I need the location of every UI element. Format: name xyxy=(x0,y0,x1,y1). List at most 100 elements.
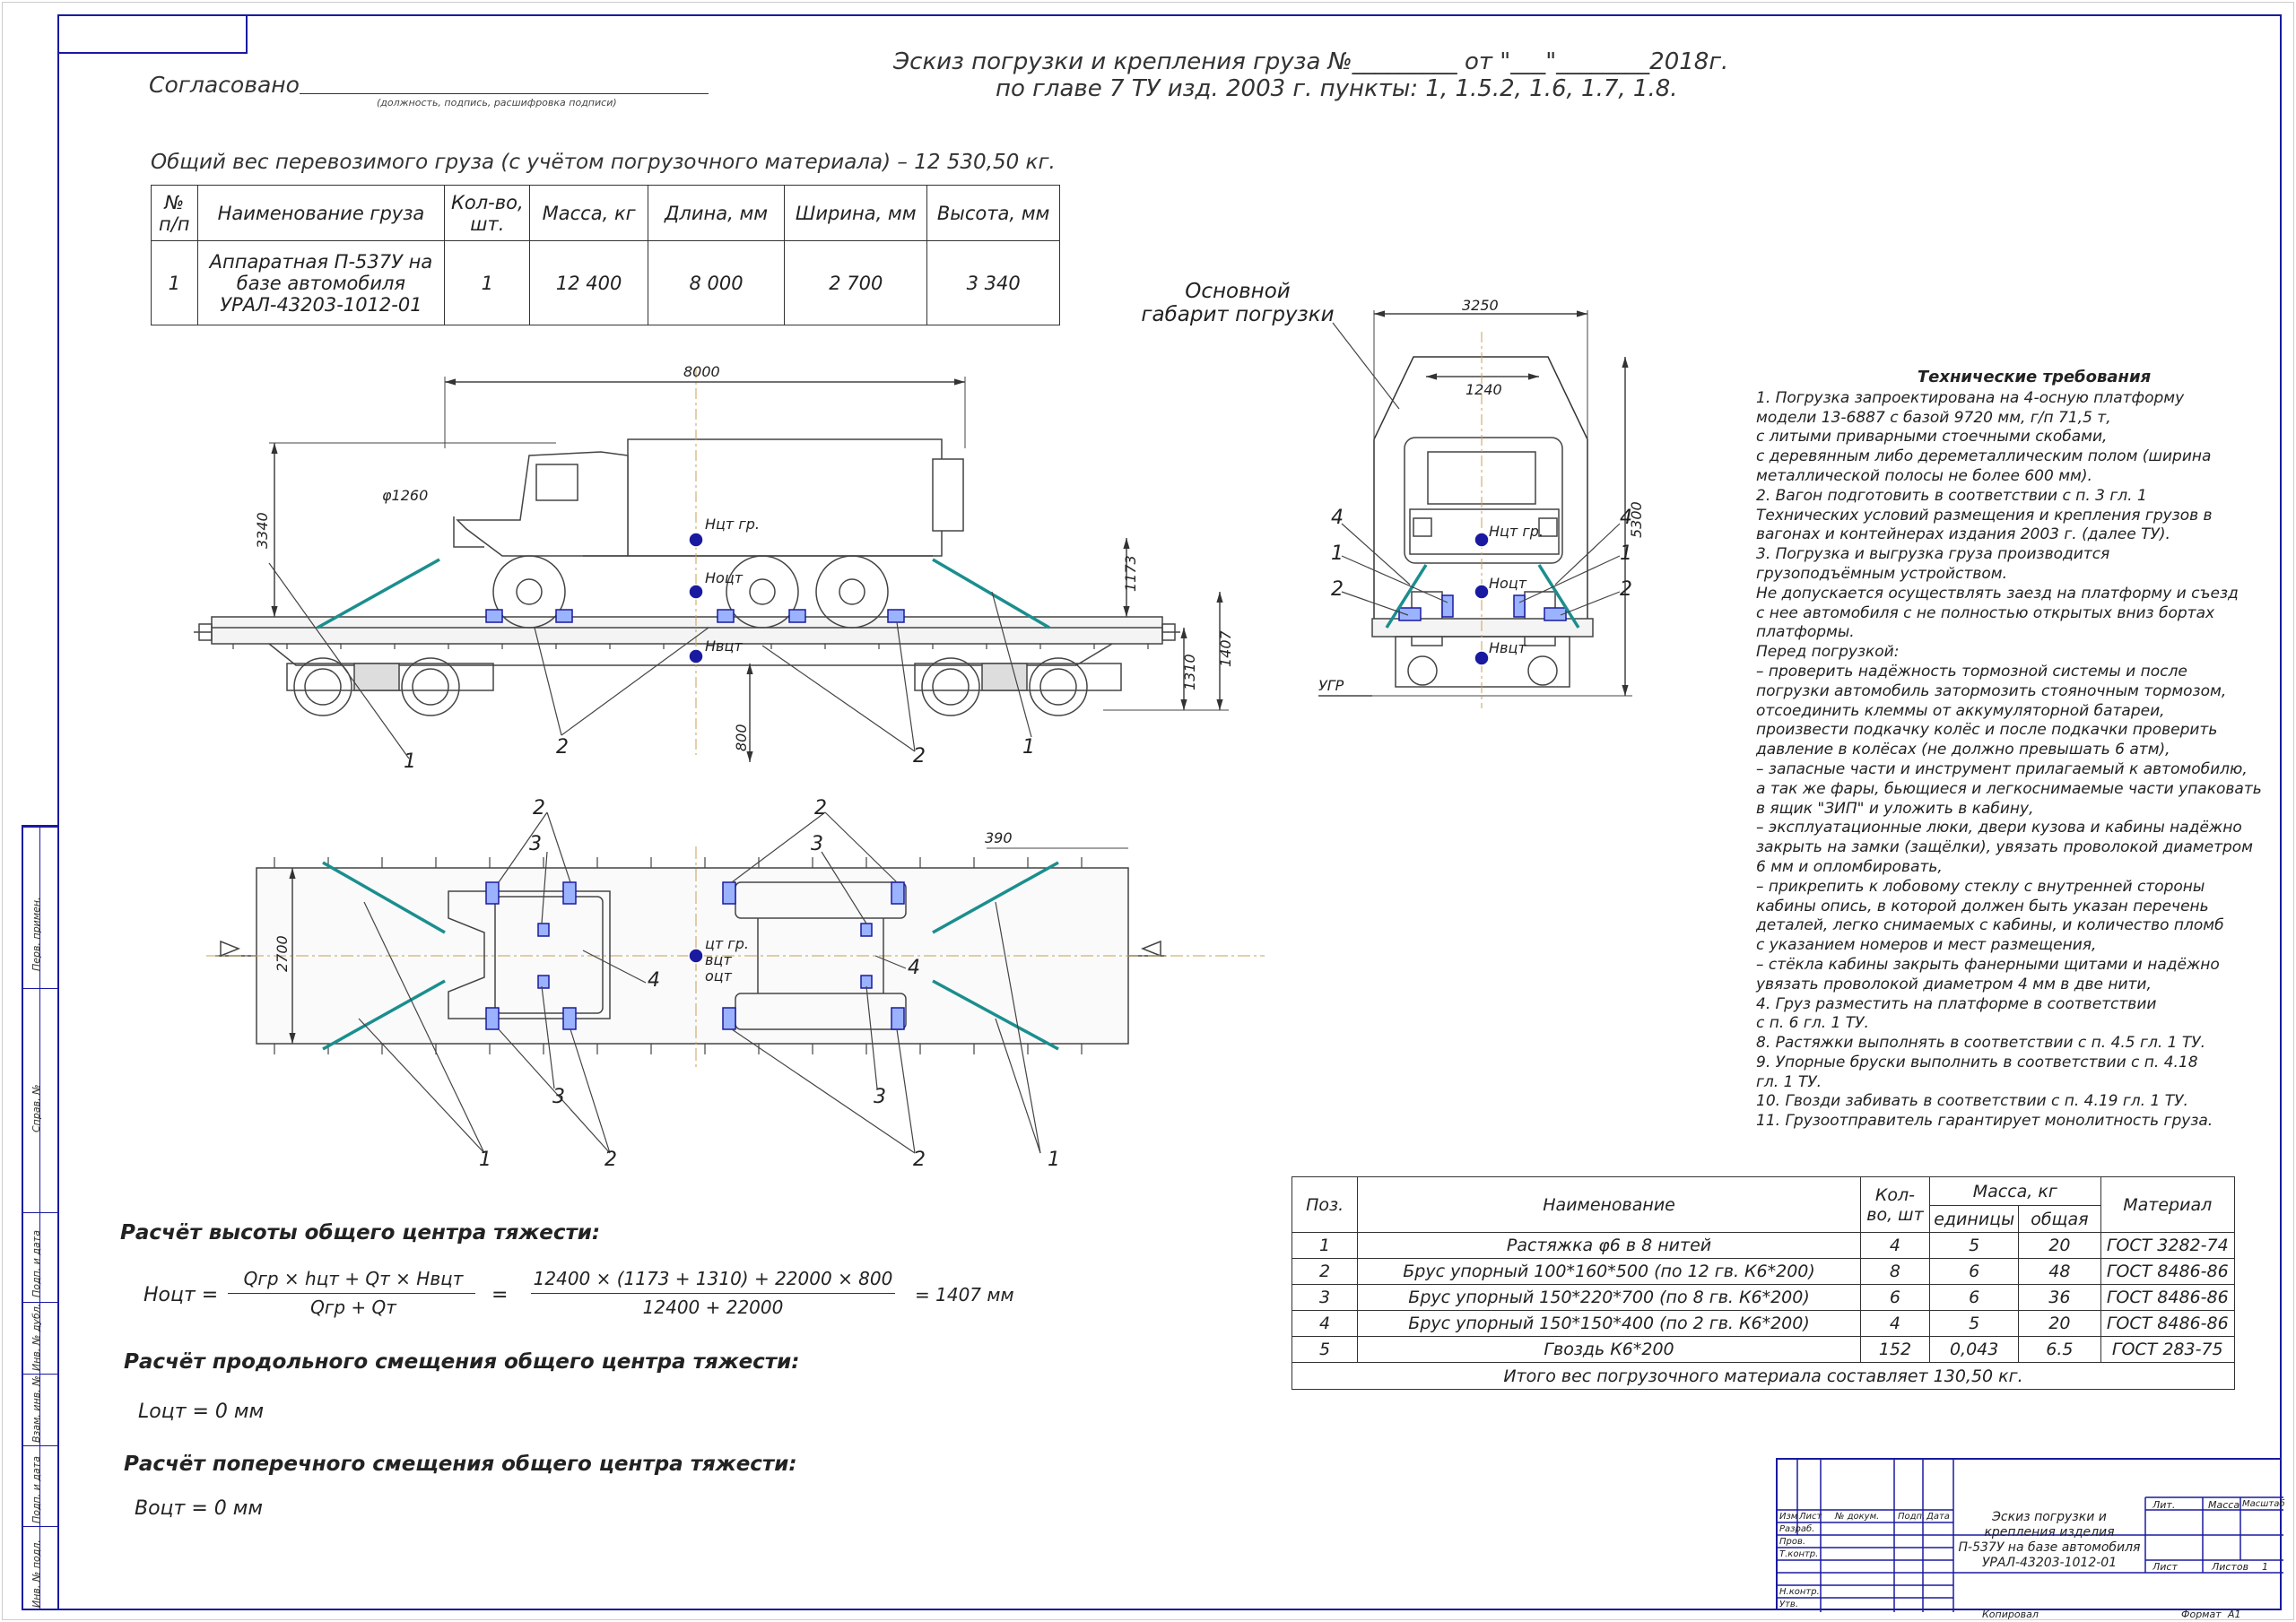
tech-line: с деревянным либо дереметаллическим поло… xyxy=(1756,447,2212,466)
side-cg-wagon: Нвцт xyxy=(705,638,743,655)
calc-h-den: Qгр + Qт xyxy=(310,1297,396,1318)
table-row: 5 Гвоздь К6*200 152 0,043 6.5 ГОСТ 283-75 xyxy=(1291,1336,2236,1363)
tech-line: с указанием номеров и мест размещения, xyxy=(1756,936,2097,955)
svg-text:3: 3 xyxy=(552,1086,565,1108)
tech-line: – стёкла кабины закрыть фанерными щитами… xyxy=(1756,955,2220,974)
mat-cell: ГОСТ 3282-74 xyxy=(2100,1232,2236,1259)
tb-ndoc: № докум. xyxy=(1835,1512,1880,1522)
tb-massa: Масса xyxy=(2208,1499,2240,1511)
svg-text:2: 2 xyxy=(1331,578,1344,601)
tech-line: кабины опись, в которой должен быть указ… xyxy=(1756,897,2209,915)
plan-cg-label: оцт xyxy=(705,967,733,984)
tech-requirements: Технические требования 1. Погрузка запро… xyxy=(1756,368,2262,1132)
tech-line: гл. 1 ТУ. xyxy=(1756,1072,1822,1091)
mat-cell: Брус упорный 150*150*400 (по 2 гв. К6*20… xyxy=(1357,1310,1861,1337)
calc-l-value: Lоцт = 0 мм xyxy=(138,1401,265,1423)
tech-line: 3. Погрузка и выгрузка груза производитс… xyxy=(1756,545,2110,564)
mat-header: Материал xyxy=(2100,1176,2236,1233)
tb-sheets: Листов xyxy=(2212,1561,2249,1573)
mat-cell: 5 xyxy=(1291,1336,1359,1363)
tech-line: модели 13-6887 с базой 9720 мм, г/п 71,5… xyxy=(1756,408,2111,427)
svg-text:1: 1 xyxy=(404,750,416,773)
calc-h-num: Qгр × hцт + Qт × Нвцт xyxy=(243,1268,464,1289)
mat-cell: 36 xyxy=(2018,1284,2101,1311)
mat-cell: ГОСТ 8486-86 xyxy=(2100,1258,2236,1285)
table-row: 1 Растяжка φ6 в 8 нитей 4 5 20 ГОСТ 3282-74 xyxy=(1291,1232,2236,1259)
tech-line: 10. Гвозди забивать в соответствии с п. … xyxy=(1756,1092,2188,1111)
tech-line: Перед погрузкой: xyxy=(1756,643,1900,662)
tech-line: платформы. xyxy=(1756,623,1855,642)
side-dim-length: 8000 xyxy=(683,363,720,380)
svg-text:2: 2 xyxy=(814,797,827,820)
tech-line: 6 мм и опломбировать, xyxy=(1756,857,1943,876)
tech-line: 2. Вагон подготовить в соответствии с п.… xyxy=(1756,486,2147,505)
svg-text:2: 2 xyxy=(533,797,545,820)
mat-cell: 4 xyxy=(1859,1310,1931,1337)
mat-cell: ГОСТ 8486-86 xyxy=(2100,1284,2236,1311)
mat-header: Наименование xyxy=(1357,1176,1861,1233)
mat-cell: 6 xyxy=(1929,1284,2020,1311)
svg-text:2: 2 xyxy=(1620,578,1632,601)
end-dim-width: 3250 xyxy=(1462,297,1499,314)
gabarit-label: Основной габарит погрузки xyxy=(1141,280,1335,326)
tech-title: Технические требования xyxy=(1917,368,2152,386)
tech-line: – запасные части и инструмент прилагаемы… xyxy=(1756,759,2248,778)
plan-dim-390: 390 xyxy=(985,829,1013,846)
tech-line: 11. Грузоотправитель гарантирует монолит… xyxy=(1756,1112,2213,1131)
tech-line: – прикрепить к лобовому стеклу с внутрен… xyxy=(1756,877,2205,896)
tb-izm: Изм xyxy=(1779,1512,1798,1522)
tb-razrab: Разраб. xyxy=(1779,1524,1815,1534)
fraction-line xyxy=(531,1293,895,1294)
svg-text:4: 4 xyxy=(648,969,660,992)
end-dim-top: 1240 xyxy=(1465,381,1502,398)
tech-line: грузоподъёмным устройством. xyxy=(1756,564,2008,583)
svg-text:4: 4 xyxy=(1331,507,1344,529)
svg-text:3: 3 xyxy=(811,833,823,855)
calc-h-num2: 12400 × (1173 + 1310) + 22000 × 800 xyxy=(533,1268,893,1289)
side-dim-height: 3340 xyxy=(254,512,271,549)
mat-footer: Итого вес погрузочного материала составл… xyxy=(1292,1362,2235,1390)
svg-text:3: 3 xyxy=(529,833,542,855)
side-view xyxy=(194,368,1229,762)
mat-cell: ГОСТ 283-75 xyxy=(2100,1336,2236,1363)
calc-h-den2: 12400 + 22000 xyxy=(642,1297,784,1318)
tech-line: а так же фары, бьющиеся и легкоснимаемые… xyxy=(1756,779,2262,798)
side-dim-1407: 1407 xyxy=(1217,629,1234,667)
plan-cg-label: вцт xyxy=(705,951,732,968)
svg-text:1: 1 xyxy=(1022,736,1035,759)
tech-line: Технических условий размещения и креплен… xyxy=(1756,506,2213,525)
table-row: 3 Брус упорный 150*220*700 (по 8 гв. К6*2… xyxy=(1291,1284,2236,1311)
mat-cell: 48 xyxy=(2018,1258,2101,1285)
side-dim-1173: 1173 xyxy=(1122,555,1139,592)
mat-header: Масса, кг xyxy=(1929,1176,2101,1206)
tb-prov: Пров. xyxy=(1779,1537,1806,1547)
table-row: 2 Брус упорный 100*160*500 (по 12 гв. К6*… xyxy=(1291,1258,2236,1285)
format-label: Формат xyxy=(2181,1609,2222,1620)
mat-header: Кол-во, шт xyxy=(1859,1176,1931,1233)
mat-cell: 6 xyxy=(1929,1258,2020,1285)
tb-utv: Утв. xyxy=(1779,1600,1798,1609)
mat-cell: ГОСТ 8486-86 xyxy=(2100,1310,2236,1337)
calc-h-lhs: Ноцт = xyxy=(144,1284,219,1306)
svg-text:1: 1 xyxy=(479,1149,491,1171)
tech-line: 9. Упорные бруски выполнить в соответств… xyxy=(1756,1053,2198,1071)
svg-text:2: 2 xyxy=(604,1149,617,1171)
svg-text:4: 4 xyxy=(1620,507,1632,529)
calc-l-title: Расчёт продольного смещения общего центр… xyxy=(124,1350,800,1374)
side-dim-wheel: φ1260 xyxy=(382,487,428,504)
plan-cg-label: цт гр. xyxy=(705,935,749,952)
mat-cell: 0,043 xyxy=(1929,1336,2020,1363)
mat-cell: 1 xyxy=(1291,1232,1359,1259)
table-row: 4 Брус упорный 150*150*400 (по 2 гв. К6*2… xyxy=(1291,1310,2236,1337)
calc-h-eq: = xyxy=(491,1284,509,1306)
tech-line: металлической полосы не более 600 мм). xyxy=(1756,466,2092,485)
tech-line: отсоединить клеммы от аккумуляторной бат… xyxy=(1756,701,2165,720)
materials-table: Поз. Наименование Кол-во, шт Масса, кг М… xyxy=(1291,1176,2236,1390)
end-ugr-label: УГР xyxy=(1318,677,1344,694)
mat-cell: 20 xyxy=(2018,1310,2101,1337)
mat-cell: 5 xyxy=(1929,1310,2020,1337)
tech-line: погрузки автомобиль затормозить стояночн… xyxy=(1756,681,2227,700)
tb-tkontr: Т.контр. xyxy=(1779,1549,1819,1559)
mat-cell: Гвоздь К6*200 xyxy=(1357,1336,1861,1363)
tb-doc-title: Эскиз погрузки и крепления изделия П-537… xyxy=(1955,1510,2144,1571)
